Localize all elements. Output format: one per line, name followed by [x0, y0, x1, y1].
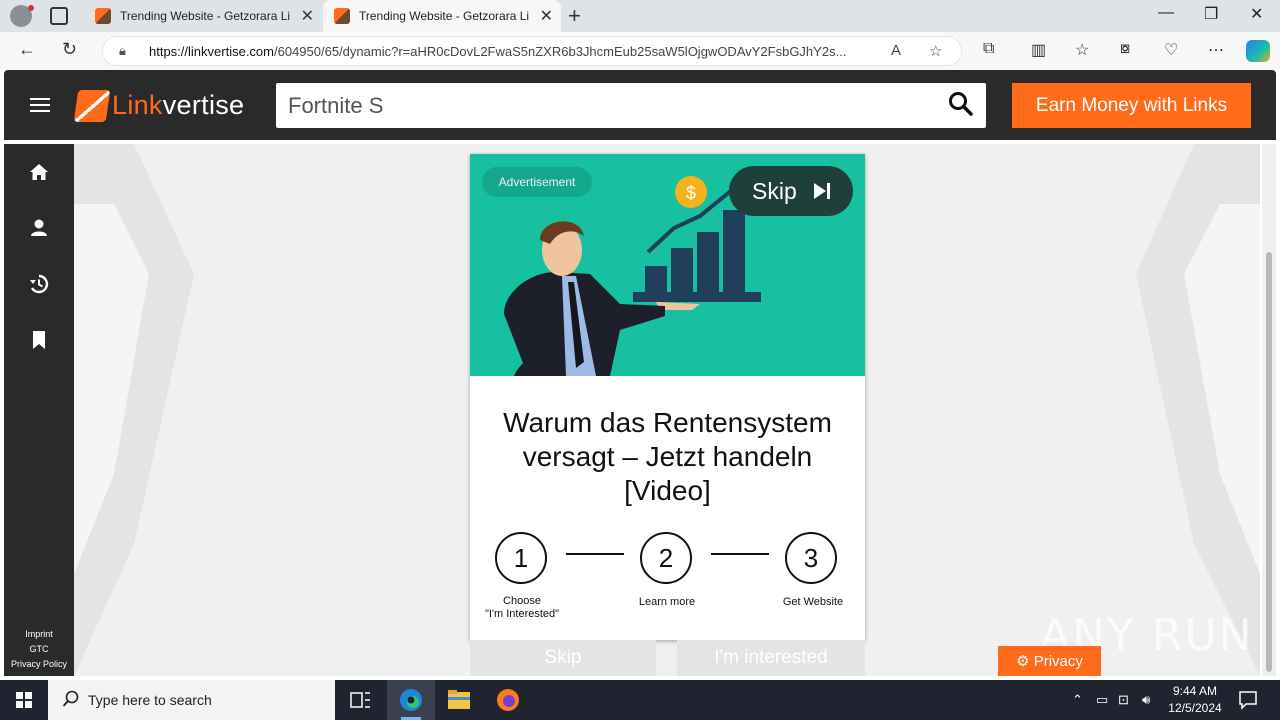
clock-time: 9:44 AM — [1172, 684, 1218, 698]
search-icon — [62, 690, 79, 707]
system-clock[interactable]: 9:44 AM 12/5/2024 — [1160, 683, 1230, 717]
split-screen-icon[interactable]: ▥ — [1031, 40, 1046, 60]
site-header: Linkvertise Earn Money with Links — [4, 70, 1276, 140]
tab-actions-icon[interactable] — [50, 7, 68, 25]
linkvertise-favicon-icon — [95, 8, 111, 24]
network-icon[interactable]: ⊡ — [1118, 692, 1129, 708]
logo-text-link: Link — [112, 90, 163, 120]
window-close-icon[interactable]: ✕ — [1250, 4, 1263, 24]
url-path: /604950/65/dynamic?r=aHR0cDovL2FwaS5nZXR… — [274, 44, 847, 59]
edge-browser-icon[interactable] — [387, 680, 435, 720]
hamburger-menu-icon[interactable] — [30, 98, 50, 112]
tab-close-icon[interactable]: ✕ — [301, 6, 314, 26]
notifications-icon[interactable] — [1232, 680, 1280, 720]
more-menu-icon[interactable]: ⋯ — [1208, 40, 1224, 60]
firefox-icon[interactable] — [484, 680, 532, 720]
home-icon[interactable] — [29, 162, 49, 182]
skip-button[interactable]: Skip — [470, 640, 656, 676]
refresh-icon[interactable]: ↻ — [62, 39, 77, 60]
back-icon[interactable]: ← — [18, 39, 36, 60]
volume-icon[interactable]: 🔊︎ — [1142, 692, 1150, 708]
copilot-icon[interactable] — [1246, 40, 1270, 62]
site-logo[interactable]: Linkvertise — [112, 90, 244, 121]
url-text: https://linkvertise.com/604950/65/dynami… — [149, 44, 889, 59]
step-1-circle: 1 — [495, 532, 547, 584]
step-connector — [711, 553, 769, 555]
restore-icon[interactable]: ❐ — [1204, 4, 1218, 24]
taskbar-search[interactable]: Type here to search — [48, 680, 335, 720]
advertisement-label: Advertisement — [482, 167, 592, 197]
favorites-icon[interactable]: ☆ — [1075, 40, 1089, 60]
favorite-star-icon[interactable]: ☆ — [929, 42, 942, 60]
logo-text-vertise: vertise — [162, 90, 245, 120]
page-scrollbar[interactable] — [1262, 144, 1276, 676]
earn-money-button[interactable]: Earn Money with Links — [1012, 83, 1251, 128]
step-2-circle: 2 — [640, 532, 692, 584]
ad-headline: Warum das Rentensystem versagt – Jetzt h… — [503, 407, 832, 506]
navigation-bar: ← ↻ 🔒︎ https://linkvertise.com/604950/65… — [0, 32, 1280, 70]
gtc-link[interactable]: GTC — [4, 642, 74, 657]
browser-tab-2[interactable]: Trending Website - Getzorara Lin ✕ — [323, 0, 561, 32]
privacy-policy-link[interactable]: Privacy Policy — [4, 657, 74, 672]
new-tab-icon[interactable]: + — [568, 3, 581, 29]
search-icon[interactable] — [948, 91, 974, 117]
browser-essentials-icon[interactable]: ♡ — [1164, 40, 1178, 60]
tab-close-icon[interactable]: ✕ — [540, 6, 553, 26]
url-host: https://linkvertise.com — [149, 44, 274, 59]
scrollbar-thumb[interactable] — [1266, 252, 1272, 672]
privacy-button[interactable]: ⚙ Privacy — [998, 646, 1101, 676]
collections-icon[interactable]: ⧇ — [1120, 40, 1130, 58]
task-view-icon[interactable] — [336, 680, 384, 720]
windows-start-icon[interactable] — [0, 680, 48, 720]
step-1-label: Choose "I'm Interested" — [472, 595, 572, 621]
file-explorer-icon[interactable] — [435, 680, 483, 720]
windows-taskbar: Type here to search ⌃ ▭ ⊡ 🔊︎ 9:44 AM 12/… — [0, 680, 1280, 720]
sidebar-footer-links: Imprint GTC Privacy Policy — [4, 627, 74, 672]
browser-tab-1[interactable]: Trending Website - Getzorara Lin ✕ — [84, 0, 322, 32]
skip-next-icon — [814, 183, 830, 199]
user-icon[interactable] — [29, 218, 49, 238]
linkvertise-favicon-icon — [334, 8, 350, 24]
imprint-link[interactable]: Imprint — [4, 627, 74, 642]
step-3-label: Get Website — [782, 596, 844, 608]
notification-dot — [28, 5, 34, 11]
browser-tab-strip: Trending Website - Getzorara Lin ✕ Trend… — [0, 0, 1280, 32]
svg-text:$: $ — [686, 183, 696, 203]
sidebar: Imprint GTC Privacy Policy — [4, 144, 74, 676]
skip-ad-label: Skip — [752, 178, 797, 204]
interested-button[interactable]: I'm interested — [677, 640, 865, 676]
step-connector — [566, 553, 624, 555]
address-bar[interactable]: 🔒︎ https://linkvertise.com/604950/65/dyn… — [102, 36, 962, 66]
step-3-circle: 3 — [785, 532, 837, 584]
linkvertise-logo-icon[interactable] — [73, 90, 111, 122]
lock-icon[interactable]: 🔒︎ — [119, 43, 126, 59]
gear-icon: ⚙ — [1016, 653, 1034, 670]
history-icon[interactable] — [29, 274, 49, 294]
read-aloud-icon[interactable]: A — [891, 42, 901, 59]
step-1-label-line2: "I'm Interested" — [484, 608, 560, 620]
web-page: Linkvertise Earn Money with Links Imprin — [0, 70, 1280, 680]
clock-date: 12/5/2024 — [1168, 701, 1222, 715]
step-2-label: Learn more — [638, 596, 696, 608]
extensions-icon[interactable]: ⧉ — [983, 40, 994, 58]
search-box — [276, 83, 986, 128]
minimize-icon[interactable]: — — [1158, 4, 1174, 22]
show-hidden-icons-icon[interactable]: ⌃ — [1072, 692, 1083, 708]
tab-title: Trending Website - Getzorara Lin — [359, 9, 529, 23]
step-1-label-line1: Choose — [503, 595, 541, 607]
search-input[interactable] — [288, 91, 928, 121]
ad-banner[interactable]: $ Advertisement Skip — [470, 154, 865, 376]
battery-icon[interactable]: ▭ — [1096, 692, 1108, 708]
tab-title: Trending Website - Getzorara Lin — [120, 9, 290, 23]
privacy-label: Privacy — [1033, 653, 1083, 670]
taskbar-search-placeholder: Type here to search — [88, 692, 212, 708]
skip-ad-button[interactable]: Skip — [729, 166, 853, 216]
bookmark-icon[interactable] — [29, 330, 49, 350]
